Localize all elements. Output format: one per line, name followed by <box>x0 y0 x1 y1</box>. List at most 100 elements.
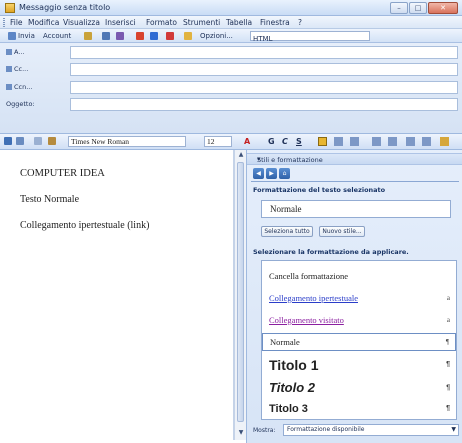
bcc-button[interactable]: Ccn... <box>3 80 39 95</box>
paragraph-mark-icon: ¶ <box>446 405 450 412</box>
character-style-icon: a <box>446 316 450 324</box>
home-icon[interactable]: ⌂ <box>279 168 290 179</box>
new-style-button[interactable]: Nuovo stile... <box>319 226 365 237</box>
subject-row: Oggetto: <box>0 96 462 113</box>
importance-high-icon[interactable] <box>136 32 144 40</box>
message-body[interactable]: COMPUTER IDEA Testo Normale Collegamento… <box>0 150 234 440</box>
cc-field[interactable] <box>70 63 458 76</box>
align-center-icon[interactable] <box>334 137 343 146</box>
message-format-select[interactable]: HTML <box>250 31 370 43</box>
styles-pane: Stili e formattazione ▾ ◀ ▶ ⌂ Formattazi… <box>246 150 462 443</box>
body-scrollbar[interactable]: ▲ ▼ <box>234 150 246 440</box>
maximize-button[interactable]: □ <box>409 2 427 14</box>
bcc-row: Ccn... <box>0 79 462 96</box>
underline-button[interactable]: S <box>296 137 302 146</box>
font-size-select[interactable]: 12 <box>204 136 232 147</box>
select-all-button[interactable]: Seleziona tutto <box>261 226 313 237</box>
pane-dropdown-icon[interactable]: ▾ <box>257 155 457 163</box>
back-icon[interactable]: ◀ <box>253 168 264 179</box>
forward-icon[interactable]: ▶ <box>266 168 277 179</box>
decrease-indent-icon[interactable] <box>406 137 415 146</box>
save-icon[interactable] <box>4 137 12 145</box>
bold-button[interactable]: G <box>268 137 275 146</box>
window-controls: – □ ✕ <box>389 2 458 14</box>
attach-icon[interactable] <box>84 32 92 40</box>
menu-bar: File Modifica Visualizza Inserisci Forma… <box>0 16 462 29</box>
menu-visualizza[interactable]: Visualizza <box>63 18 100 27</box>
numbered-list-icon[interactable] <box>372 137 381 146</box>
font-name-select[interactable]: Times New Roman <box>68 136 186 147</box>
subject-field[interactable] <box>70 98 458 111</box>
pane-header: Stili e formattazione ▾ <box>247 153 462 165</box>
menu-help[interactable]: ? <box>298 18 302 27</box>
body-normal-text: Testo Normale <box>20 194 80 205</box>
current-style-field[interactable]: Normale <box>261 200 451 218</box>
close-button[interactable]: ✕ <box>428 2 458 14</box>
pane-navigation: ◀ ▶ ⌂ <box>253 168 292 179</box>
body-link-text: Collegamento ipertestuale (link) <box>20 220 150 231</box>
scroll-thumb[interactable] <box>237 162 244 422</box>
to-button[interactable]: A... <box>3 45 39 60</box>
bcc-field[interactable] <box>70 81 458 94</box>
menu-strumenti[interactable]: Strumenti <box>183 18 220 27</box>
window-title: Messaggio senza titolo <box>19 3 111 12</box>
font-color-icon[interactable]: A <box>244 137 250 146</box>
increase-indent-icon[interactable] <box>422 137 431 146</box>
style-hyperlink[interactable]: Collegamento ipertestuale a <box>262 289 456 307</box>
spelling-icon[interactable] <box>34 137 42 145</box>
bullet-list-icon[interactable] <box>388 137 397 146</box>
print-icon[interactable] <box>16 137 24 145</box>
importance-low-icon[interactable] <box>150 32 158 40</box>
chevron-down-icon: ▼ <box>451 426 456 433</box>
style-heading-1[interactable]: Titolo 1 ¶ <box>262 354 456 376</box>
selected-format-label: Formattazione del testo selezionato <box>253 186 386 194</box>
align-right-icon[interactable] <box>350 137 359 146</box>
standard-toolbar: Invia Account Opzioni... HTML <box>0 29 462 43</box>
check-names-icon[interactable] <box>116 32 124 40</box>
address-book-icon <box>6 49 12 55</box>
address-book-icon <box>6 84 12 90</box>
style-heading-2[interactable]: Titolo 2 ¶ <box>262 377 456 398</box>
align-left-icon[interactable] <box>318 137 327 146</box>
toolbar-grip-icon[interactable] <box>3 18 5 27</box>
apply-format-label: Selezionare la formattazione da applicar… <box>253 248 409 256</box>
pane-divider <box>251 181 459 182</box>
highlight-icon[interactable] <box>440 137 449 146</box>
account-button[interactable]: Account <box>43 32 71 40</box>
menu-inserisci[interactable]: Inserisci <box>105 18 136 27</box>
menu-finestra[interactable]: Finestra <box>260 18 290 27</box>
font-name-value: Times New Roman <box>71 137 130 146</box>
body-title: COMPUTER IDEA <box>20 168 105 179</box>
options-button[interactable]: Opzioni... <box>200 32 233 40</box>
menu-file[interactable]: File <box>10 18 23 27</box>
send-button[interactable]: Invia <box>18 32 35 40</box>
menu-modifica[interactable]: Modifica <box>28 18 59 27</box>
font-size-value: 12 <box>207 137 215 146</box>
to-row: A... <box>0 44 462 61</box>
style-visited-link[interactable]: Collegamento visitato a <box>262 311 456 329</box>
style-list: Cancella formattazione Collegamento iper… <box>261 260 457 420</box>
send-icon <box>8 32 16 40</box>
style-clear-formatting[interactable]: Cancella formattazione <box>262 267 456 285</box>
formatting-toolbar: Times New Roman 12 A G C S <box>0 134 462 150</box>
menu-tabella[interactable]: Tabella <box>226 18 252 27</box>
character-style-icon: a <box>446 294 450 302</box>
cc-button[interactable]: Cc... <box>3 62 39 77</box>
show-label: Mostra: <box>253 427 276 434</box>
paragraph-mark-icon: ¶ <box>446 361 450 368</box>
message-headers: A... Cc... Ccn... Oggetto: <box>0 43 462 134</box>
scroll-up-icon[interactable]: ▲ <box>237 151 245 159</box>
to-field[interactable] <box>70 46 458 59</box>
style-normal[interactable]: Normale ¶ <box>262 333 456 351</box>
style-heading-3[interactable]: Titolo 3 ¶ <box>262 399 456 419</box>
styles-icon[interactable] <box>48 137 56 145</box>
flag-icon[interactable] <box>166 32 174 40</box>
addressbook-icon[interactable] <box>102 32 110 40</box>
folder-icon[interactable] <box>184 32 192 40</box>
minimize-button[interactable]: – <box>390 2 408 14</box>
scroll-down-icon[interactable]: ▼ <box>237 429 245 437</box>
show-select[interactable]: Formattazione disponibile ▼ <box>283 424 459 436</box>
italic-button[interactable]: C <box>282 137 288 146</box>
paragraph-mark-icon: ¶ <box>446 384 450 391</box>
menu-formato[interactable]: Formato <box>146 18 177 27</box>
